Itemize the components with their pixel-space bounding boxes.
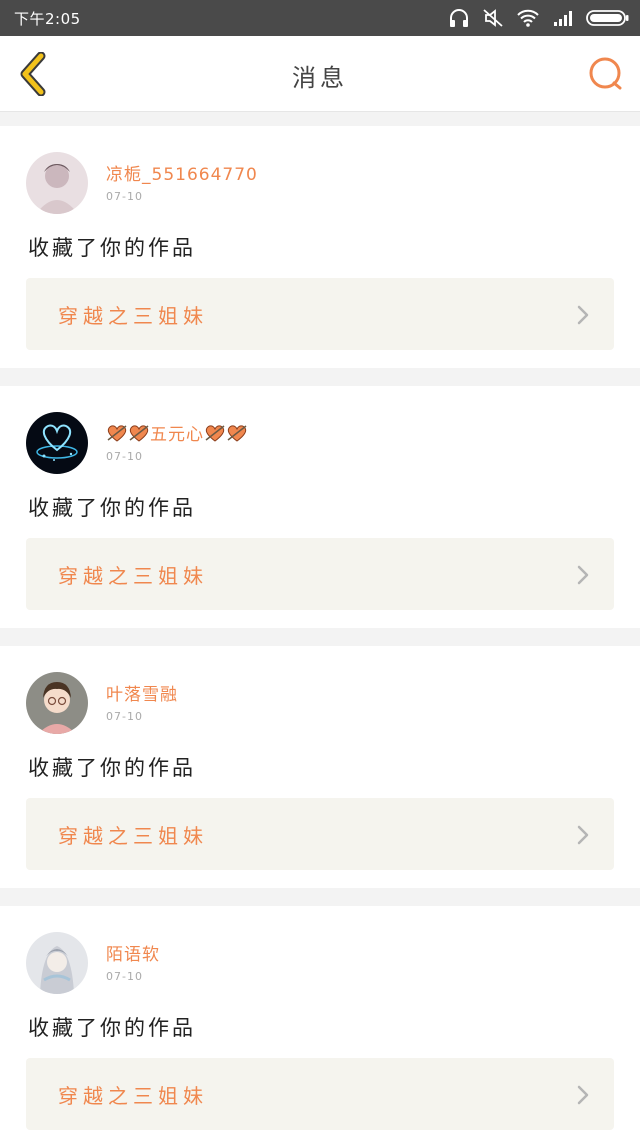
heart-icon <box>129 425 149 442</box>
work-title: 穿越之三姐妹 <box>58 1084 208 1108</box>
message-list: 凉栀_551664770 07-10 收藏了你的作品 穿越之三姐妹 五元心 07… <box>0 112 640 1148</box>
chevron-right-icon <box>577 1085 589 1105</box>
heart-icon <box>205 425 225 442</box>
message-date: 07-10 <box>106 710 143 723</box>
page-title: 消息 <box>292 64 348 92</box>
work-title: 穿越之三姐妹 <box>58 564 208 588</box>
nav-bar: 消息 <box>0 36 640 112</box>
signal-icon <box>554 11 572 26</box>
message-date: 07-10 <box>106 190 143 203</box>
username[interactable]: 陌语软 <box>106 940 160 965</box>
message-card: 陌语软 07-10 收藏了你的作品 穿越之三姐妹 <box>0 906 640 1148</box>
work-link[interactable]: 穿越之三姐妹 <box>26 538 614 610</box>
action-text: 收藏了你的作品 <box>28 236 196 260</box>
username-text: 五元心 <box>150 425 204 445</box>
message-date: 07-10 <box>106 970 143 983</box>
search-icon <box>589 57 622 90</box>
battery-icon <box>586 10 629 26</box>
status-icons <box>448 6 630 30</box>
headphones-icon <box>450 9 468 27</box>
avatar[interactable] <box>26 152 88 214</box>
avatar[interactable] <box>26 932 88 994</box>
username[interactable]: 五元心 <box>106 420 248 445</box>
action-text: 收藏了你的作品 <box>28 756 196 780</box>
action-text: 收藏了你的作品 <box>28 496 196 520</box>
status-bar: 下午2:05 <box>0 0 640 36</box>
work-link[interactable]: 穿越之三姐妹 <box>26 278 614 350</box>
search-button[interactable] <box>586 54 626 94</box>
chevron-right-icon <box>577 565 589 585</box>
message-card: 凉栀_551664770 07-10 收藏了你的作品 穿越之三姐妹 <box>0 126 640 368</box>
work-link[interactable]: 穿越之三姐妹 <box>26 1058 614 1130</box>
avatar[interactable] <box>26 412 88 474</box>
avatar[interactable] <box>26 672 88 734</box>
action-text: 收藏了你的作品 <box>28 1016 196 1040</box>
status-time: 下午2:05 <box>14 10 81 28</box>
work-title: 穿越之三姐妹 <box>58 304 208 328</box>
message-card: 叶落雪融 07-10 收藏了你的作品 穿越之三姐妹 <box>0 646 640 888</box>
chevron-right-icon <box>577 825 589 845</box>
heart-icon <box>227 425 247 442</box>
heart-icon <box>107 425 127 442</box>
work-link[interactable]: 穿越之三姐妹 <box>26 798 614 870</box>
message-card: 五元心 07-10 收藏了你的作品 穿越之三姐妹 <box>0 386 640 628</box>
wifi-icon <box>517 9 539 27</box>
message-date: 07-10 <box>106 450 143 463</box>
username[interactable]: 叶落雪融 <box>106 680 178 705</box>
username[interactable]: 凉栀_551664770 <box>106 160 258 185</box>
mute-icon <box>483 9 503 27</box>
chevron-right-icon <box>577 305 589 325</box>
work-title: 穿越之三姐妹 <box>58 824 208 848</box>
